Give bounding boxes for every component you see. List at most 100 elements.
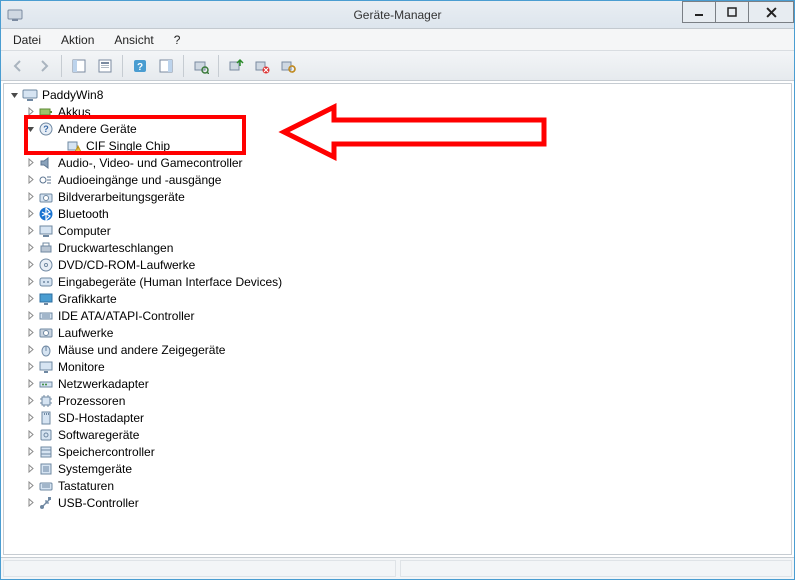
device-tree[interactable]: PaddyWin8Akkus?Andere Geräte!CIF Single … [4, 84, 791, 521]
category-grafik[interactable]: Grafikkarte [8, 290, 791, 307]
back-button[interactable] [6, 54, 30, 78]
expand-toggle-icon[interactable] [24, 311, 36, 320]
uninstall-button[interactable] [250, 54, 274, 78]
category-label: Bildverarbeitungsgeräte [58, 189, 185, 205]
expand-toggle-icon[interactable] [24, 447, 36, 456]
scan-hardware-button[interactable] [189, 54, 213, 78]
titlebar: Geräte-Manager [1, 1, 794, 29]
category-laufwerke[interactable]: Laufwerke [8, 324, 791, 341]
expand-toggle-icon[interactable] [24, 243, 36, 252]
expand-toggle-icon[interactable] [24, 124, 36, 133]
category-dvd[interactable]: DVD/CD-ROM-Laufwerke [8, 256, 791, 273]
expand-toggle-icon[interactable] [8, 90, 20, 99]
category-label: USB-Controller [58, 495, 139, 511]
expand-toggle-icon[interactable] [24, 209, 36, 218]
expand-toggle-icon[interactable] [24, 464, 36, 473]
device-cif[interactable]: !CIF Single Chip [8, 137, 791, 154]
expand-toggle-icon[interactable] [24, 328, 36, 337]
mouse-icon [38, 342, 54, 358]
expand-toggle-icon[interactable] [24, 379, 36, 388]
category-tastaturen[interactable]: Tastaturen [8, 477, 791, 494]
category-druckwarte[interactable]: Druckwarteschlangen [8, 239, 791, 256]
menu-view[interactable]: Ansicht [104, 30, 163, 50]
unknown-icon: ? [38, 121, 54, 137]
svg-text:?: ? [137, 62, 143, 73]
hid-icon [38, 274, 54, 290]
category-sdhost[interactable]: SD-Hostadapter [8, 409, 791, 426]
expand-toggle-icon[interactable] [24, 192, 36, 201]
drive-icon [38, 325, 54, 341]
expand-toggle-icon[interactable] [24, 158, 36, 167]
category-label: Laufwerke [58, 325, 113, 341]
speaker-icon [38, 155, 54, 171]
category-andere[interactable]: ?Andere Geräte [8, 120, 791, 137]
maximize-button[interactable] [715, 1, 749, 23]
svg-text:?: ? [43, 124, 49, 134]
menu-help[interactable]: ? [164, 30, 191, 50]
software-icon [38, 427, 54, 443]
category-hid[interactable]: Eingabegeräte (Human Interface Devices) [8, 273, 791, 290]
forward-button[interactable] [32, 54, 56, 78]
category-label: IDE ATA/ATAPI-Controller [58, 308, 194, 324]
category-monitore[interactable]: Monitore [8, 358, 791, 375]
properties-button[interactable] [93, 54, 117, 78]
show-hide-console-tree-button[interactable] [67, 54, 91, 78]
menu-file[interactable]: Datei [3, 30, 51, 50]
disc-icon [38, 257, 54, 273]
update-driver-button[interactable] [224, 54, 248, 78]
category-akkus[interactable]: Akkus [8, 103, 791, 120]
category-software[interactable]: Softwaregeräte [8, 426, 791, 443]
category-label: Tastaturen [58, 478, 114, 494]
expand-toggle-icon[interactable] [24, 498, 36, 507]
expand-toggle-icon[interactable] [24, 107, 36, 116]
ide-icon [38, 308, 54, 324]
window-title: Geräte-Manager [1, 8, 794, 22]
status-pane-right [400, 560, 793, 577]
expand-toggle-icon[interactable] [24, 362, 36, 371]
category-bluetooth[interactable]: Bluetooth [8, 205, 791, 222]
root-node-label: PaddyWin8 [42, 87, 103, 103]
toolbar-separator [183, 55, 184, 77]
category-label: SD-Hostadapter [58, 410, 144, 426]
expand-toggle-icon[interactable] [24, 481, 36, 490]
close-button[interactable] [748, 1, 794, 23]
expand-toggle-icon[interactable] [24, 413, 36, 422]
menubar: Datei Aktion Ansicht ? [1, 29, 794, 51]
category-maus[interactable]: Mäuse und andere Zeigegeräte [8, 341, 791, 358]
category-audio[interactable]: Audio-, Video- und Gamecontroller [8, 154, 791, 171]
disable-button[interactable] [276, 54, 300, 78]
category-bildverarb[interactable]: Bildverarbeitungsgeräte [8, 188, 791, 205]
category-prozessoren[interactable]: Prozessoren [8, 392, 791, 409]
category-system[interactable]: Systemgeräte [8, 460, 791, 477]
toolbar-separator [61, 55, 62, 77]
category-label: Softwaregeräte [58, 427, 139, 443]
storage-icon [38, 444, 54, 460]
minimize-button[interactable] [682, 1, 716, 23]
category-label: Audioeingänge und -ausgänge [58, 172, 221, 188]
category-label: Systemgeräte [58, 461, 132, 477]
tree-root-node[interactable]: PaddyWin8 [8, 86, 791, 103]
expand-toggle-icon[interactable] [24, 175, 36, 184]
content-area: PaddyWin8Akkus?Andere Geräte!CIF Single … [1, 81, 794, 579]
help-button[interactable]: ? [128, 54, 152, 78]
action-pane-button[interactable] [154, 54, 178, 78]
expand-toggle-icon[interactable] [24, 260, 36, 269]
category-speicher[interactable]: Speichercontroller [8, 443, 791, 460]
category-computer[interactable]: Computer [8, 222, 791, 239]
category-usb[interactable]: USB-Controller [8, 494, 791, 511]
expand-toggle-icon[interactable] [24, 396, 36, 405]
category-label: Netzwerkadapter [58, 376, 149, 392]
expand-toggle-icon[interactable] [24, 430, 36, 439]
category-netzwerk[interactable]: Netzwerkadapter [8, 375, 791, 392]
sd-icon [38, 410, 54, 426]
category-audioio[interactable]: Audioeingänge und -ausgänge [8, 171, 791, 188]
expand-toggle-icon[interactable] [24, 294, 36, 303]
category-label: Audio-, Video- und Gamecontroller [58, 155, 243, 171]
network-icon [38, 376, 54, 392]
menu-action[interactable]: Aktion [51, 30, 104, 50]
expand-toggle-icon[interactable] [24, 345, 36, 354]
category-ide[interactable]: IDE ATA/ATAPI-Controller [8, 307, 791, 324]
category-label: Grafikkarte [58, 291, 117, 307]
expand-toggle-icon[interactable] [24, 277, 36, 286]
expand-toggle-icon[interactable] [24, 226, 36, 235]
